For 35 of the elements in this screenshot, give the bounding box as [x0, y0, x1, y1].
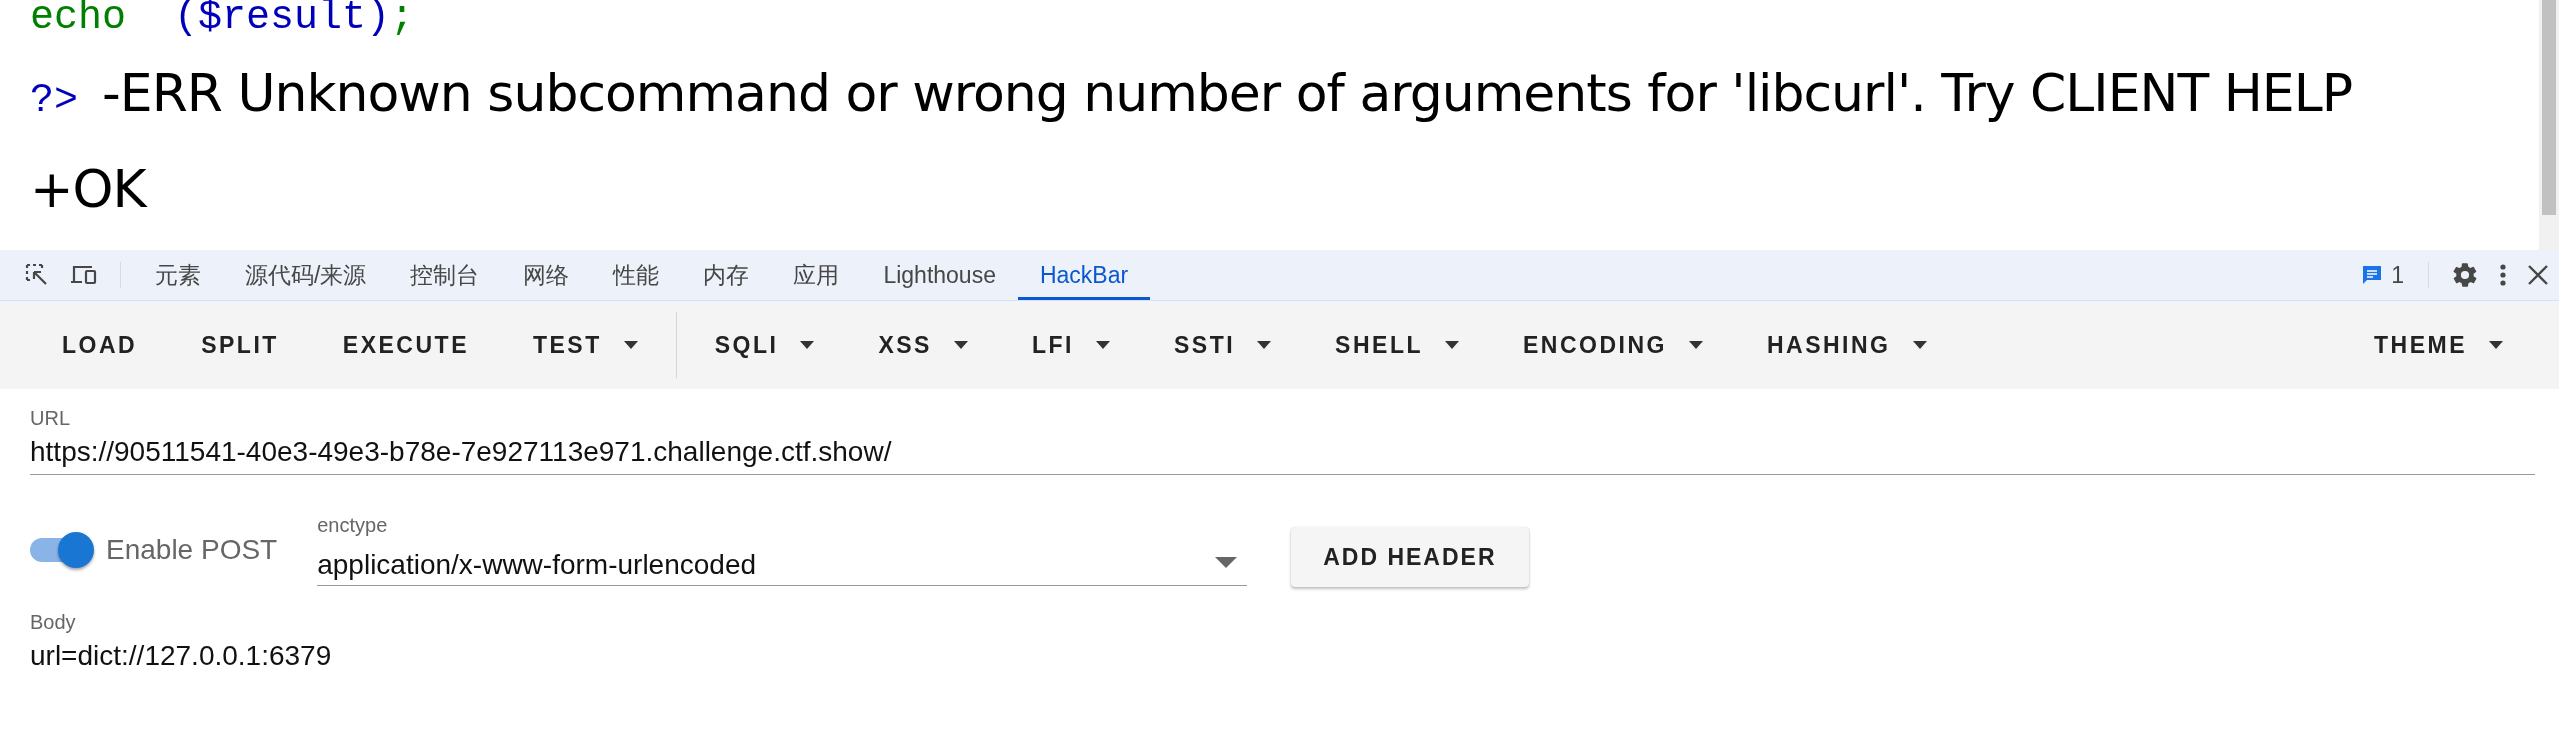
toolbar-button[interactable]: SHELL	[1303, 317, 1491, 373]
devtools-tab[interactable]: Lighthouse	[861, 250, 1018, 300]
toolbar-button[interactable]: SSTI	[1141, 317, 1304, 373]
enable-post-switch[interactable]: Enable POST	[30, 534, 278, 566]
enctype-value: application/x-www-form-urlencoded	[317, 549, 757, 581]
toolbar-button[interactable]: SPLIT	[169, 317, 311, 373]
toolbar-button[interactable]: HASHING	[1734, 317, 1959, 373]
field-label: Body	[30, 611, 77, 634]
devtools-tab[interactable]: 应用	[771, 250, 862, 300]
field-label: URL	[30, 407, 71, 430]
add-header-button[interactable]: ADD HEADER	[1291, 527, 1529, 587]
toolbar-button[interactable]: EXECUTE	[310, 317, 501, 373]
devtools-tab[interactable]: 内存	[681, 250, 772, 300]
dropdown-icon	[1215, 556, 1238, 568]
devtools-tab[interactable]: 网络	[501, 250, 592, 300]
url-value: https://90511541-40e3-49e3-b78e-7e927113e971.challenge.ctf.show/	[30, 436, 893, 468]
toolbar-button[interactable]: THEME	[2342, 317, 2535, 373]
devtools-tab[interactable]: 性能	[591, 250, 682, 300]
toolbar-button[interactable]: TEST	[501, 317, 670, 373]
devtools-tab[interactable]: 控制台	[388, 250, 502, 300]
field-label: enctype	[317, 514, 389, 537]
toolbar-button[interactable]: ENCODING	[1491, 317, 1735, 373]
devtools-tab[interactable]: 源代码/来源	[223, 250, 389, 300]
toolbar-button[interactable]: LFI	[999, 317, 1142, 373]
url-field[interactable]: URL https://90511541-40e3-49e3-b78e-7e927113e971.challenge.ctf.show/	[30, 407, 2535, 475]
toolbar-button[interactable]: LOAD	[30, 317, 170, 373]
toolbar-button[interactable]: XSS	[846, 317, 1000, 373]
messages-button[interactable]: 1	[2349, 250, 2416, 300]
toolbar-button[interactable]: SQLI	[682, 317, 847, 373]
devtools-tab[interactable]: 元素	[133, 250, 223, 300]
enctype-select[interactable]: enctype application/x-www-form-urlencoded	[317, 514, 1248, 586]
scrollbar[interactable]	[2539, 0, 2559, 250]
body-value: url=dict://127.0.0.1:6379	[30, 640, 333, 672]
output-text: ?> -ERR Unknown subcommand or wrong number of arguments for 'libcurl'. Try CLIENT HELP +OK	[30, 62, 2353, 221]
message-icon	[2361, 264, 2384, 286]
